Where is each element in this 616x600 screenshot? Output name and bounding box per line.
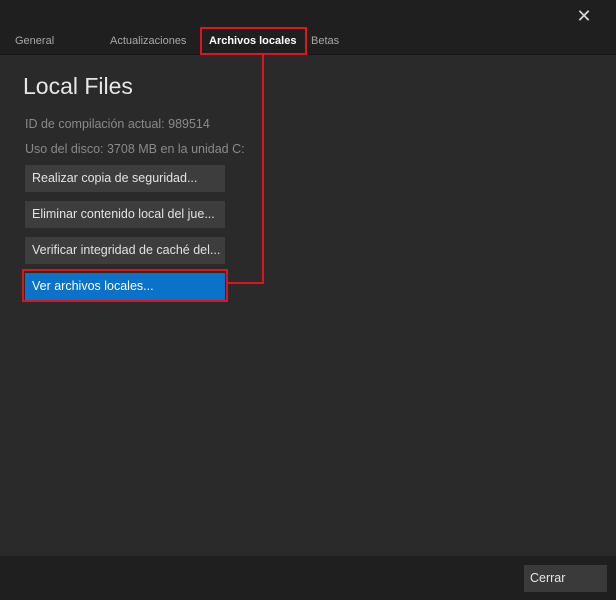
close-button[interactable]: Cerrar xyxy=(524,565,607,592)
tab-betas[interactable]: Betas xyxy=(311,35,339,47)
build-id-text: ID de compilación actual: 989514 xyxy=(25,117,210,131)
close-icon[interactable]: ✕ xyxy=(574,6,594,26)
tab-updates[interactable]: Actualizaciones xyxy=(110,35,186,47)
tab-general[interactable]: General xyxy=(15,35,54,47)
properties-window: ✕ General Actualizaciones Archivos local… xyxy=(0,0,616,600)
backup-button[interactable]: Realizar copia de seguridad... xyxy=(25,165,225,192)
delete-local-content-button[interactable]: Eliminar contenido local del jue... xyxy=(25,201,225,228)
annotation-connector-vertical xyxy=(262,55,264,284)
disk-usage-text: Uso del disco: 3708 MB en la unidad C: xyxy=(25,142,245,156)
browse-local-files-button[interactable]: Ver archivos locales... xyxy=(25,273,225,300)
tab-bar: ✕ General Actualizaciones Archivos local… xyxy=(0,0,616,55)
verify-integrity-button[interactable]: Verificar integridad de caché del... xyxy=(25,237,225,264)
annotation-connector-horizontal xyxy=(228,282,264,284)
page-title: Local Files xyxy=(23,73,133,99)
tab-local-files[interactable]: Archivos locales xyxy=(209,35,296,47)
